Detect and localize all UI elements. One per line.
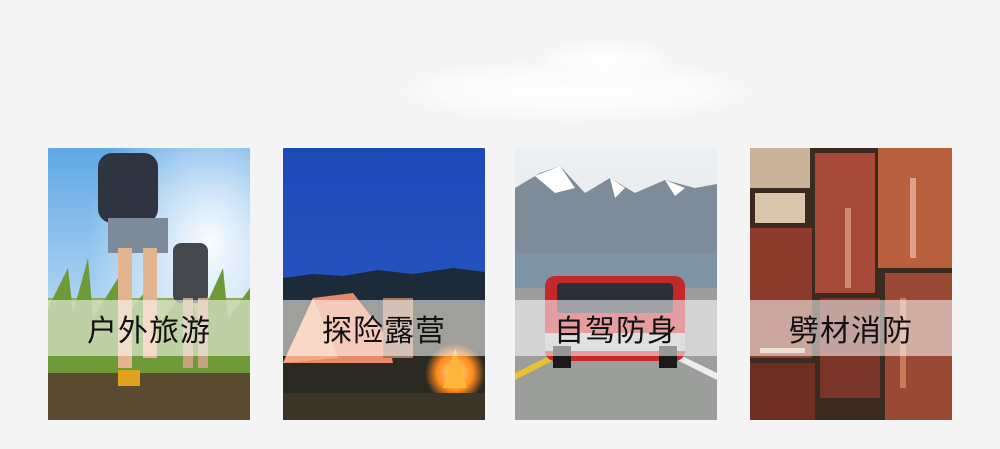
firewood-photo <box>750 148 952 420</box>
hiking-photo <box>48 148 250 420</box>
label-band: 自驾防身 <box>515 300 717 356</box>
card-label: 劈材消防 <box>789 314 913 349</box>
road-trip-photo <box>515 148 717 420</box>
label-band: 探险露营 <box>283 300 485 356</box>
card-label: 探险露营 <box>322 314 446 349</box>
card-outdoor-travel[interactable]: 户外旅游 <box>48 148 250 420</box>
card-camping[interactable]: 探险露营 <box>283 148 485 420</box>
camping-photo <box>283 148 485 420</box>
card-road-trip[interactable]: 自驾防身 <box>515 148 717 420</box>
card-label: 自驾防身 <box>554 314 678 349</box>
card-label: 户外旅游 <box>87 314 211 349</box>
label-band: 劈材消防 <box>750 300 952 356</box>
card-woodcutting[interactable]: 劈材消防 <box>750 148 952 420</box>
blurred-heading-accent <box>535 42 675 82</box>
label-band: 户外旅游 <box>48 300 250 356</box>
category-grid: 户外旅游 探险露营 自驾防身 劈材消防 <box>48 148 954 420</box>
